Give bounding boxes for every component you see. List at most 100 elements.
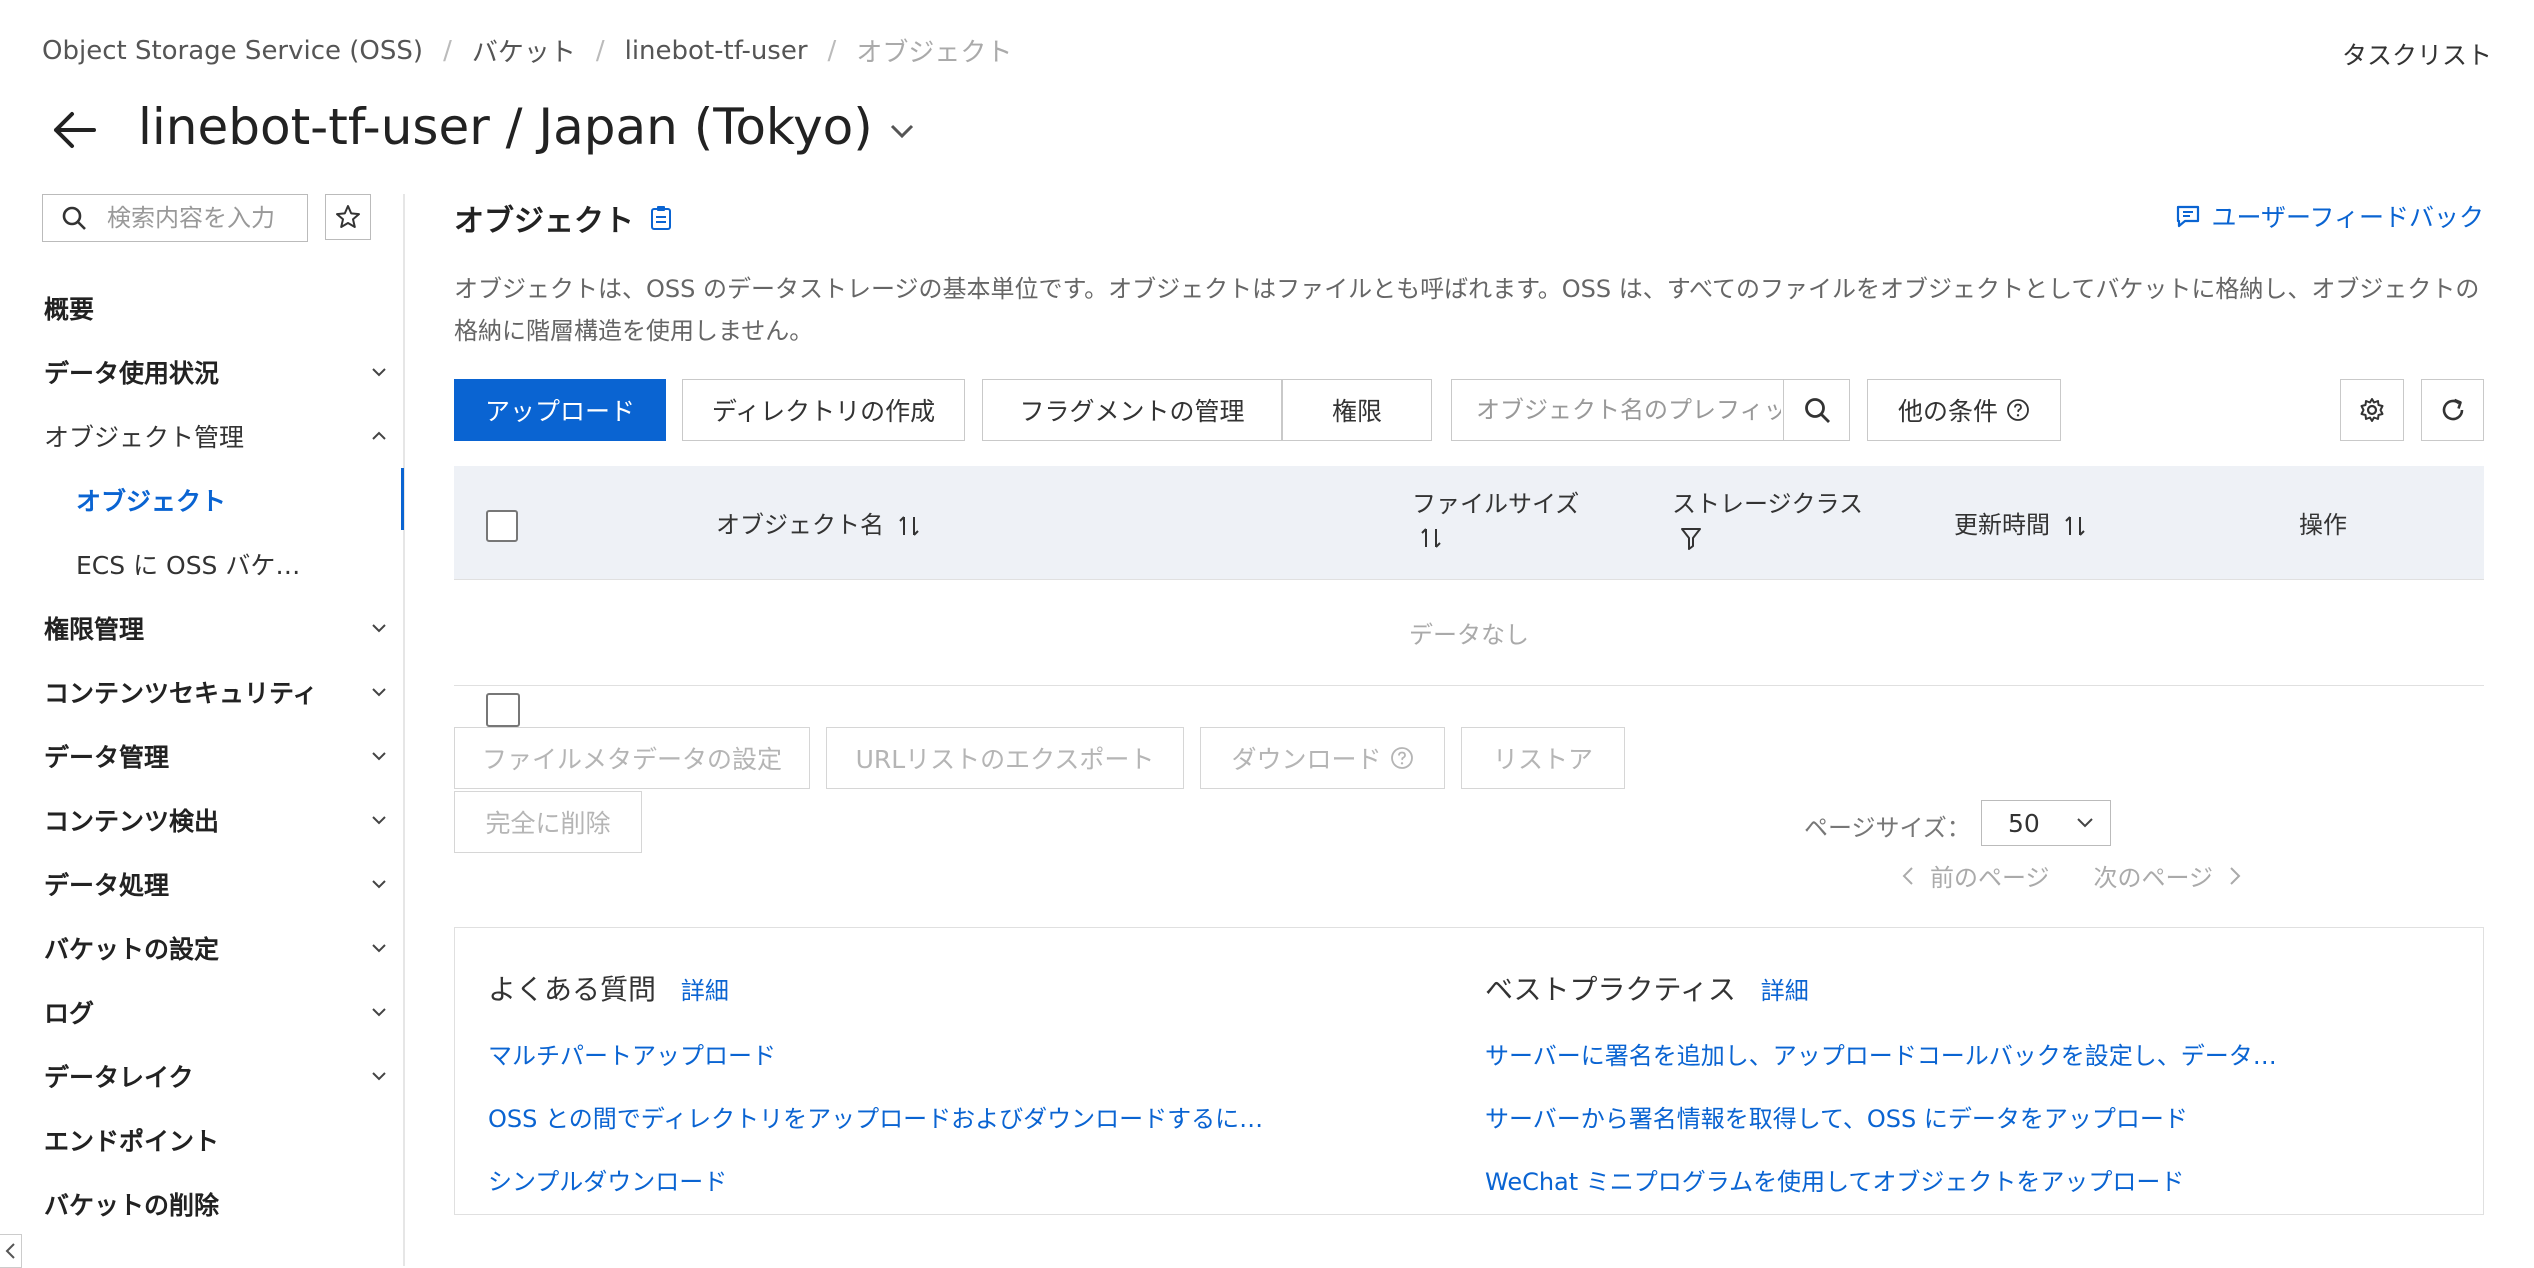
restore-button[interactable]: リストア xyxy=(1461,727,1625,789)
breadcrumb-separator: / xyxy=(595,35,605,66)
sidebar-item-object-management[interactable]: オブジェクト管理 xyxy=(44,416,389,456)
sidebar-item-label: バケットの設定 xyxy=(44,935,220,964)
sidebar-item-data-usage[interactable]: データ使用状況 xyxy=(44,352,389,392)
permissions-button[interactable]: 権限 xyxy=(1282,379,1432,441)
pagination: 前のページ 次のページ xyxy=(1900,858,2243,893)
best-practice-link[interactable]: サーバーから署名情報を取得して、OSS にデータをアップロード xyxy=(1485,1099,2277,1134)
sidebar-item-endpoint[interactable]: エンドポイント xyxy=(44,1120,389,1160)
tasklist-link[interactable]: タスクリスト xyxy=(2342,36,2492,72)
column-actions: 操作 xyxy=(2299,505,2347,540)
faq-link[interactable]: シンプルダウンロード xyxy=(488,1162,1263,1197)
favorite-button[interactable] xyxy=(325,194,371,240)
sidebar-item-ecs-mount[interactable]: ECS に OSS バケ… xyxy=(76,544,376,584)
sidebar-item-content-security[interactable]: コンテンツセキュリティ xyxy=(44,672,389,712)
chevron-left-icon xyxy=(5,1243,15,1259)
sidebar-item-data-management[interactable]: データ管理 xyxy=(44,736,389,776)
other-conditions-button[interactable]: 他の条件 xyxy=(1867,379,2061,441)
help-icon xyxy=(1390,747,1413,769)
breadcrumb-oss[interactable]: Object Storage Service (OSS) xyxy=(42,36,423,66)
breadcrumb-bucket[interactable]: linebot-tf-user xyxy=(625,36,808,66)
delete-permanently-button[interactable]: 完全に削除 xyxy=(454,791,642,853)
sidebar-item-data-lake[interactable]: データレイク xyxy=(44,1056,389,1096)
object-search-button[interactable] xyxy=(1783,380,1849,440)
breadcrumb: Object Storage Service (OSS) / バケット / li… xyxy=(42,32,1012,69)
column-file-size[interactable]: ファイルサイズ xyxy=(1412,484,1579,519)
select-all-checkbox[interactable] xyxy=(486,510,518,542)
chevron-down-icon xyxy=(372,688,386,697)
chevron-down-icon xyxy=(372,944,386,953)
file-metadata-button[interactable]: ファイルメタデータの設定 xyxy=(454,727,810,789)
prev-page-label: 前のページ xyxy=(1930,864,2050,892)
sort-icon[interactable] xyxy=(2064,514,2086,538)
column-label: 更新時間 xyxy=(1954,511,2050,539)
help-icon xyxy=(2007,399,2029,421)
next-page-button[interactable]: 次のページ xyxy=(2094,858,2244,893)
search-icon xyxy=(1804,398,1830,423)
column-label: 操作 xyxy=(2299,511,2347,539)
object-search-input[interactable] xyxy=(1452,380,1783,440)
sidebar-collapse-button[interactable] xyxy=(0,1234,22,1268)
export-url-list-button[interactable]: URLリストのエクスポート xyxy=(826,727,1184,789)
faq-link[interactable]: OSS との間でディレクトリをアップロードおよびダウンロードするに… xyxy=(488,1099,1263,1134)
sidebar-item-objects[interactable]: オブジェクト xyxy=(76,480,376,520)
sidebar-item-data-processing[interactable]: データ処理 xyxy=(44,864,389,904)
column-object-name[interactable]: オブジェクト名 xyxy=(716,505,920,540)
upload-button[interactable]: アップロード xyxy=(454,379,666,441)
column-updated[interactable]: 更新時間 xyxy=(1954,505,2086,540)
filter-icon[interactable] xyxy=(1680,526,1702,552)
feedback-link[interactable]: ユーザーフィードバック xyxy=(2175,198,2484,234)
sidebar-item-content-detection[interactable]: コンテンツ検出 xyxy=(44,800,389,840)
sidebar-item-logs[interactable]: ログ xyxy=(44,992,389,1032)
sort-icon[interactable] xyxy=(898,514,920,538)
faq-more-link[interactable]: 詳細 xyxy=(681,977,729,1005)
next-page-label: 次のページ xyxy=(2093,864,2214,892)
faq-header: よくある質問 詳細 xyxy=(488,968,1263,1008)
chevron-down-icon xyxy=(372,880,386,889)
best-practice-link[interactable]: サーバーに署名を追加し、アップロードコールバックを設定し、データ… xyxy=(1485,1036,2277,1071)
sidebar-item-label: データレイク xyxy=(44,1063,194,1092)
sidebar-search[interactable] xyxy=(42,194,308,242)
object-search[interactable] xyxy=(1451,379,1850,441)
faq-link[interactable]: マルチパートアップロード xyxy=(488,1036,1263,1071)
sidebar-item-delete-bucket[interactable]: バケットの削除 xyxy=(44,1184,389,1224)
page-title-text: linebot-tf-user / Japan (Tokyo) xyxy=(138,98,873,156)
clipboard-icon[interactable] xyxy=(650,205,672,231)
settings-button[interactable] xyxy=(2340,379,2404,441)
chevron-right-icon xyxy=(2230,866,2241,885)
other-conditions-label: 他の条件 xyxy=(1897,397,1998,426)
page-size-select[interactable]: 50 xyxy=(1981,800,2111,846)
sort-icon[interactable] xyxy=(1420,526,1442,550)
sidebar-item-overview[interactable]: 概要 xyxy=(44,288,389,328)
sidebar-item-label: コンテンツ検出 xyxy=(44,807,220,836)
refresh-icon xyxy=(2442,398,2463,421)
sidebar-item-bucket-settings[interactable]: バケットの設定 xyxy=(44,928,389,968)
sidebar-search-input[interactable] xyxy=(105,203,295,233)
sidebar-item-permissions[interactable]: 権限管理 xyxy=(44,608,389,648)
chevron-left-icon xyxy=(1902,866,1913,885)
breadcrumb-separator: / xyxy=(827,35,837,66)
sidebar-item-label: コンテンツセキュリティ xyxy=(44,679,318,708)
sidebar-item-label: データ使用状況 xyxy=(44,359,220,388)
column-storage-class[interactable]: ストレージクラス xyxy=(1672,484,1863,519)
page-title[interactable]: linebot-tf-user / Japan (Tokyo) xyxy=(138,98,917,156)
best-practice-link[interactable]: WeChat ミニプログラムを使用してオブジェクトをアップロード xyxy=(1485,1162,2277,1197)
sidebar-item-label: ログ xyxy=(44,999,95,1028)
manage-fragments-button[interactable]: フラグメントの管理 xyxy=(982,379,1282,441)
page-size-value: 50 xyxy=(2008,808,2040,838)
back-arrow-icon[interactable] xyxy=(48,104,100,156)
chevron-down-icon xyxy=(372,368,386,377)
star-icon xyxy=(336,205,360,228)
best-practices-header: ベストプラクティス 詳細 xyxy=(1485,968,2277,1008)
breadcrumb-buckets[interactable]: バケット xyxy=(472,32,576,69)
bulk-select-checkbox[interactable] xyxy=(486,693,520,727)
chevron-down-icon[interactable] xyxy=(887,116,917,146)
prev-page-button[interactable]: 前のページ xyxy=(1900,858,2050,893)
create-directory-button[interactable]: ディレクトリの作成 xyxy=(682,379,965,441)
chevron-up-icon xyxy=(372,431,386,440)
section-title-text: オブジェクト xyxy=(454,204,634,239)
download-button[interactable]: ダウンロード xyxy=(1200,727,1445,789)
best-practices-more-link[interactable]: 詳細 xyxy=(1761,977,1809,1005)
breadcrumb-separator: / xyxy=(443,35,452,66)
column-label: ストレージクラス xyxy=(1672,490,1864,518)
refresh-button[interactable] xyxy=(2421,379,2484,441)
